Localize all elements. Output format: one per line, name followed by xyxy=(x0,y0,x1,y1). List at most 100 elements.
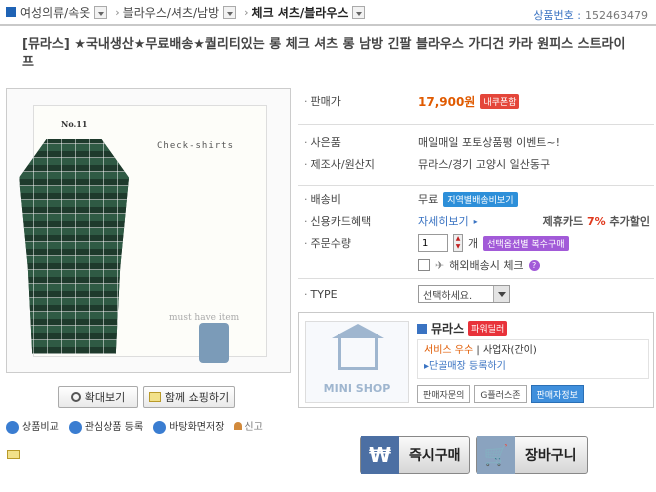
up-arrow-icon[interactable]: ▲ xyxy=(454,235,462,243)
overseas-checkbox[interactable] xyxy=(418,259,430,271)
region-shipping-button[interactable]: 지역별배송비보기 xyxy=(443,191,518,207)
type-row: TYPE 선택하세요. xyxy=(298,283,654,305)
overseas-row: - ✈ 해외배송시 체크 ? xyxy=(298,254,654,276)
seller-info: 서비스 우수 | 사업자(간이) ▸단골매장 등록하기 xyxy=(417,339,649,379)
shirt-illustration xyxy=(19,139,129,354)
gplus-zone-button[interactable]: G플러스존 xyxy=(474,385,527,403)
quantity-row: 주문수량 ▲▼ 개 선택옵션별 복수구매 xyxy=(298,232,654,254)
shop-together-button[interactable]: 함께 쇼핑하기 xyxy=(143,386,235,408)
shop-icon xyxy=(417,323,427,334)
mini-shop-label: MINI SHOP xyxy=(323,382,391,395)
envelope-icon xyxy=(148,392,161,402)
quantity-unit: 개 xyxy=(468,237,479,250)
cart-label: 장바구니 xyxy=(525,448,577,464)
shipping-label: 배송비 xyxy=(298,191,418,207)
chevron-right-icon: ▸ xyxy=(473,216,478,226)
product-title: [뮤라스] ★국내생산★무료배송★퀄리티있는 롱 체크 셔츠 롱 남방 긴팔 블… xyxy=(22,37,626,70)
favorite-label: 관심상품 등록 xyxy=(84,422,144,433)
card-discount-post: 추가할인 xyxy=(609,215,650,228)
gift-label: 사은품 xyxy=(298,134,418,150)
seller-shop-box: MINI SHOP 뮤라스 파워딜러 서비스 우수 | 사업자(간이) ▸단골매… xyxy=(298,312,654,408)
gift-value: 매일매일 포토상품평 이벤트~! xyxy=(418,136,561,149)
price-value: 17,900원 xyxy=(418,94,476,109)
report-link[interactable]: 신고 xyxy=(234,418,263,434)
seller-name-label: 뮤라스 xyxy=(431,322,465,336)
breadcrumb-separator: › xyxy=(115,5,120,19)
card-label: 신용카드혜택 xyxy=(298,213,418,229)
favorite-store-link[interactable]: 단골매장 등록하기 xyxy=(429,361,506,372)
model-photo xyxy=(199,323,229,363)
chevron-down-icon[interactable] xyxy=(352,5,366,19)
siren-icon xyxy=(234,422,243,431)
breadcrumb: 여성의류/속옷 › 블라우스/셔츠/남방 › 체크 셔츠/블라우스 상품번호 :… xyxy=(0,0,656,26)
type-select[interactable]: 선택하세요. xyxy=(418,285,510,303)
type-label: TYPE xyxy=(298,288,418,301)
mail-icon[interactable] xyxy=(7,450,20,459)
plane-icon: ✈ xyxy=(435,258,445,272)
type-select-value: 선택하세요. xyxy=(423,290,473,302)
compare-label: 상품비교 xyxy=(22,422,59,433)
product-number: 상품번호 : 152463479 xyxy=(533,7,648,23)
biz-type: | 사업자(간이) xyxy=(476,345,537,356)
service-grade: 우수 xyxy=(454,345,474,356)
zoom-button[interactable]: 확대보기 xyxy=(58,386,138,408)
product-number-label: 상품번호 : xyxy=(533,9,581,22)
favorite-link[interactable]: 관심상품 등록 xyxy=(68,418,144,434)
power-dealer-badge: 파워딜러 xyxy=(468,321,508,336)
seller-info-button[interactable]: 판매자정보 xyxy=(530,385,584,403)
plus-icon xyxy=(153,420,167,434)
utility-links: 상품비교 관심상품 등록 바탕화면저장 신고 xyxy=(6,418,263,434)
price-label: 판매가 xyxy=(298,93,418,109)
quantity-input[interactable] xyxy=(418,234,448,252)
seller-inquiry-button[interactable]: 판매자문의 xyxy=(417,385,471,403)
house-icon xyxy=(338,334,378,370)
breadcrumb-current: 체크 셔츠/블라우스 xyxy=(251,5,349,20)
image-caption-2: must have item xyxy=(169,313,240,323)
plus-icon xyxy=(68,420,82,434)
chevron-down-icon[interactable] xyxy=(94,5,108,19)
cart-icon: 🛒 xyxy=(477,436,515,474)
shipping-value: 무료 xyxy=(418,193,439,206)
buy-now-button[interactable]: ₩ 즉시구매 xyxy=(360,436,470,474)
card-discount-pre: 제휴카드 xyxy=(542,215,584,228)
overseas-label: 해외배송시 체크 xyxy=(449,259,524,272)
price-row: 판매가 17,900원 내쿠폰함 xyxy=(298,90,654,112)
maker-row: 제조사/원산지 뮤라스/경기 고양시 일산동구 xyxy=(298,153,654,175)
desktop-label: 바탕화면저장 xyxy=(169,422,225,433)
chevron-down-icon xyxy=(493,286,509,302)
option-multi-buy-button[interactable]: 선택옵션별 복수구매 xyxy=(483,235,569,251)
maker-label: 제조사/원산지 xyxy=(298,156,418,172)
compare-link[interactable]: 상품비교 xyxy=(6,418,59,434)
breadcrumb-category-1[interactable]: 여성의류/속옷 xyxy=(20,4,90,21)
image-caption: Check-shirts xyxy=(157,141,235,151)
quantity-stepper[interactable]: ▲ ▼ xyxy=(453,234,463,252)
breadcrumb-category-2[interactable]: 블라우스/셔츠/남방 xyxy=(123,4,219,21)
image-no-label: No.11 xyxy=(61,119,88,129)
product-image[interactable]: No.11 Check-shirts must have item xyxy=(6,88,291,373)
coupon-button[interactable]: 내쿠폰함 xyxy=(480,93,520,109)
maker-value: 뮤라스/경기 고양시 일산동구 xyxy=(418,158,551,171)
buy-now-label: 즉시구매 xyxy=(409,448,461,464)
product-number-value: 152463479 xyxy=(585,9,648,22)
cart-button[interactable]: 🛒 장바구니 xyxy=(476,436,588,474)
mini-shop-banner[interactable]: MINI SHOP xyxy=(305,321,409,403)
zoom-label: 확대보기 xyxy=(84,391,126,404)
quantity-label: 주문수량 xyxy=(298,235,418,251)
report-label: 신고 xyxy=(244,422,263,434)
seller-name[interactable]: 뮤라스 파워딜러 xyxy=(417,320,508,337)
home-icon[interactable] xyxy=(6,7,16,17)
product-info: 판매가 17,900원 내쿠폰함 사은품 매일매일 포토상품평 이벤트~! 제조사… xyxy=(298,88,654,305)
shop-together-label: 함께 쇼핑하기 xyxy=(164,391,230,404)
shipping-row: 배송비 무료 지역별배송비보기 xyxy=(298,188,654,210)
desktop-link[interactable]: 바탕화면저장 xyxy=(153,418,224,434)
card-more-link[interactable]: 자세히보기 xyxy=(418,213,469,229)
chevron-down-icon[interactable] xyxy=(223,5,237,19)
breadcrumb-separator: › xyxy=(244,5,249,19)
down-arrow-icon[interactable]: ▼ xyxy=(454,243,462,251)
card-row: 신용카드혜택 자세히보기 ▸ 제휴카드 7% 추가할인 xyxy=(298,210,654,232)
card-discount: 제휴카드 7% 추가할인 xyxy=(543,213,650,229)
help-icon[interactable]: ? xyxy=(528,259,540,271)
compare-icon xyxy=(6,420,19,434)
magnifier-icon xyxy=(70,392,81,402)
service-label: 서비스 xyxy=(424,345,452,356)
